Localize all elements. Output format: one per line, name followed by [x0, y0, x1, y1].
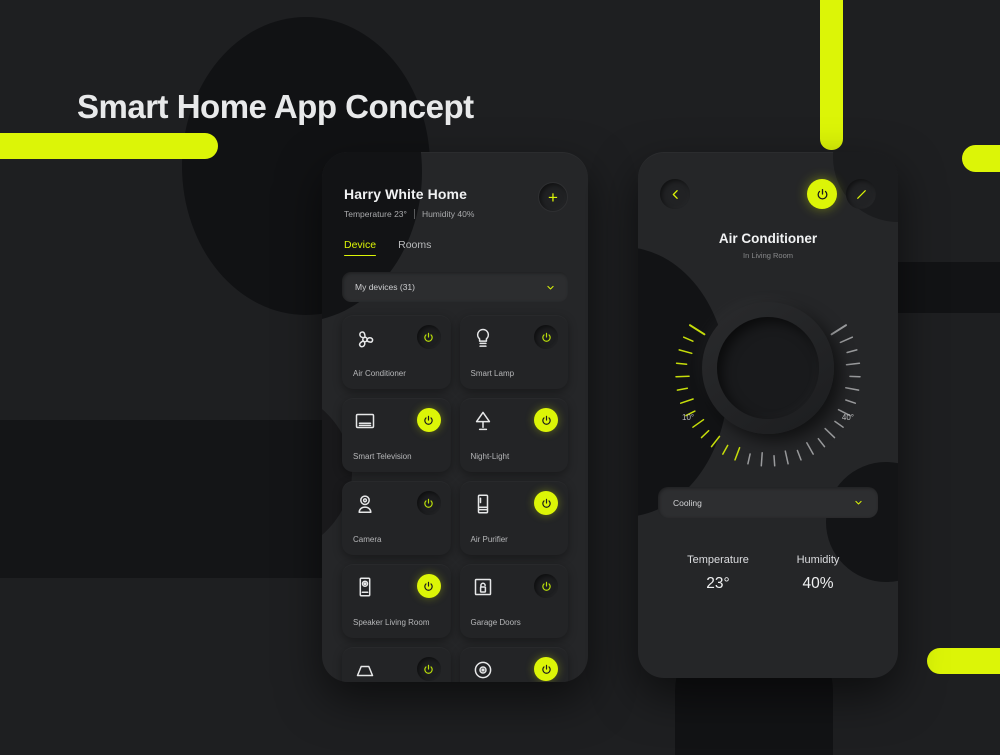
power-icon — [541, 581, 551, 591]
device-detail-subtitle: In Living Room — [742, 251, 794, 260]
pencil-icon — [856, 189, 866, 199]
dial-min-label: 10° — [682, 413, 695, 422]
page-title: Smart Home App Concept — [77, 88, 474, 125]
devices-filter-select[interactable]: My devices (31) — [342, 272, 568, 302]
device-power-toggle[interactable] — [416, 574, 441, 598]
home-metrics: Temperature 23° Humidity 40% — [344, 209, 566, 219]
chevron-down-icon — [855, 500, 862, 505]
device-card-label: Air Purifier — [470, 535, 508, 544]
bg-rect-left — [0, 420, 335, 578]
home-header: Harry White Home Temperature 23° Humidit… — [322, 152, 588, 219]
add-device-button[interactable]: + — [538, 182, 568, 212]
dial-knob[interactable] — [702, 302, 834, 434]
device-card[interactable]: Speaker Living Room — [342, 564, 451, 638]
bulb-icon — [476, 328, 489, 347]
stat-temperature: Temperature 23° — [668, 554, 768, 593]
tab-rooms[interactable]: Rooms — [398, 239, 431, 256]
bg-accent-pill-left — [0, 133, 218, 159]
device-card-label: Camera — [353, 535, 382, 544]
device-card[interactable]: Garage Doors — [459, 564, 568, 638]
bg-accent-pill-right-top — [962, 145, 1000, 172]
phone-device-list: Harry White Home Temperature 23° Humidit… — [322, 152, 588, 682]
power-icon — [424, 498, 433, 508]
dial-knob-inner — [717, 317, 819, 419]
device-card[interactable] — [342, 647, 451, 682]
humidity-text: Humidity 40% — [421, 209, 475, 219]
temperature-dial[interactable]: 10° 40° — [668, 274, 868, 469]
device-power-toggle[interactable] — [416, 491, 441, 515]
garage-icon — [474, 578, 491, 596]
devices-filter-value: My devices (31) — [355, 282, 415, 292]
device-grid: Air Conditioner Smart Lamp Smart Televisio… — [342, 315, 568, 682]
purifier-icon — [477, 494, 488, 514]
detail-toolbar-actions — [807, 179, 876, 209]
device-card[interactable]: Air Conditioner — [342, 315, 451, 389]
device-power-toggle[interactable] — [534, 408, 558, 432]
fan-icon — [358, 331, 374, 348]
plus-icon: + — [548, 187, 558, 207]
device-power-toggle[interactable] — [416, 408, 441, 432]
stat-temperature-label: Temperature — [687, 554, 749, 566]
tab-rooms-label: Rooms — [398, 239, 432, 251]
phone-device-detail: Air Conditioner In Living Room 10° 40° C… — [638, 152, 898, 678]
stat-humidity-value: 40% — [802, 575, 834, 592]
device-card[interactable]: Camera — [342, 481, 451, 555]
mode-select[interactable]: Cooling — [658, 487, 878, 518]
edit-button[interactable] — [846, 179, 876, 209]
power-icon — [424, 581, 433, 591]
device-card-label: Speaker Living Room — [353, 618, 430, 627]
temperature-text: Temperature 23° — [344, 209, 407, 219]
power-icon — [817, 188, 827, 200]
power-icon — [424, 415, 433, 425]
tab-bar: Device Rooms — [322, 219, 588, 256]
device-card-label: Night-Light — [470, 452, 510, 461]
speaker-icon — [359, 577, 371, 597]
chevron-down-icon — [547, 285, 554, 289]
tab-device[interactable]: Device — [344, 239, 377, 256]
detail-stats: Temperature 23° Humidity 40% — [638, 554, 898, 593]
power-button[interactable] — [807, 179, 837, 209]
power-icon — [424, 332, 433, 342]
device-detail-title: Air Conditioner — [718, 231, 818, 246]
device-power-toggle[interactable] — [534, 657, 558, 681]
device-power-toggle[interactable] — [534, 574, 558, 598]
device-card[interactable]: Smart Television — [342, 398, 451, 472]
camera-icon — [358, 495, 372, 514]
tab-device-label: Device — [344, 239, 377, 251]
home-title: Harry White Home — [344, 186, 467, 202]
stat-humidity: Humidity 40% — [768, 554, 868, 593]
device-card-label: Smart Television — [353, 452, 412, 461]
bg-accent-pill-right-bottom — [927, 648, 1000, 674]
device-card-label: Garage Doors — [470, 618, 521, 627]
hood-icon — [356, 665, 374, 677]
lampshade-icon — [475, 411, 490, 431]
detail-toolbar — [638, 152, 898, 209]
television-icon — [355, 413, 375, 429]
device-card-label: Smart Lamp — [470, 369, 515, 378]
stat-temperature-value: 23° — [706, 575, 730, 592]
device-power-toggle[interactable] — [534, 491, 558, 515]
device-power-toggle[interactable] — [416, 325, 441, 349]
power-icon — [541, 664, 551, 674]
mode-select-value: Cooling — [673, 497, 702, 508]
metric-divider — [413, 209, 415, 219]
device-card-label: Air Conditioner — [353, 369, 406, 378]
device-card[interactable]: Smart Lamp — [459, 315, 568, 389]
power-icon — [424, 664, 433, 674]
power-icon — [541, 498, 551, 508]
dial-max-label: 40° — [841, 413, 854, 422]
device-card[interactable] — [459, 647, 568, 682]
power-icon — [541, 332, 551, 342]
stat-humidity-label: Humidity — [796, 554, 840, 566]
device-power-toggle[interactable] — [416, 657, 441, 681]
device-card[interactable]: Night-Light — [459, 398, 568, 472]
back-button[interactable] — [660, 179, 690, 209]
device-card[interactable]: Air Purifier — [459, 481, 568, 555]
bg-accent-bar-top — [820, 0, 843, 150]
device-power-toggle[interactable] — [534, 325, 558, 349]
power-icon — [541, 415, 551, 425]
robot-vacuum-icon — [474, 661, 491, 679]
back-chevron-icon — [672, 189, 678, 199]
